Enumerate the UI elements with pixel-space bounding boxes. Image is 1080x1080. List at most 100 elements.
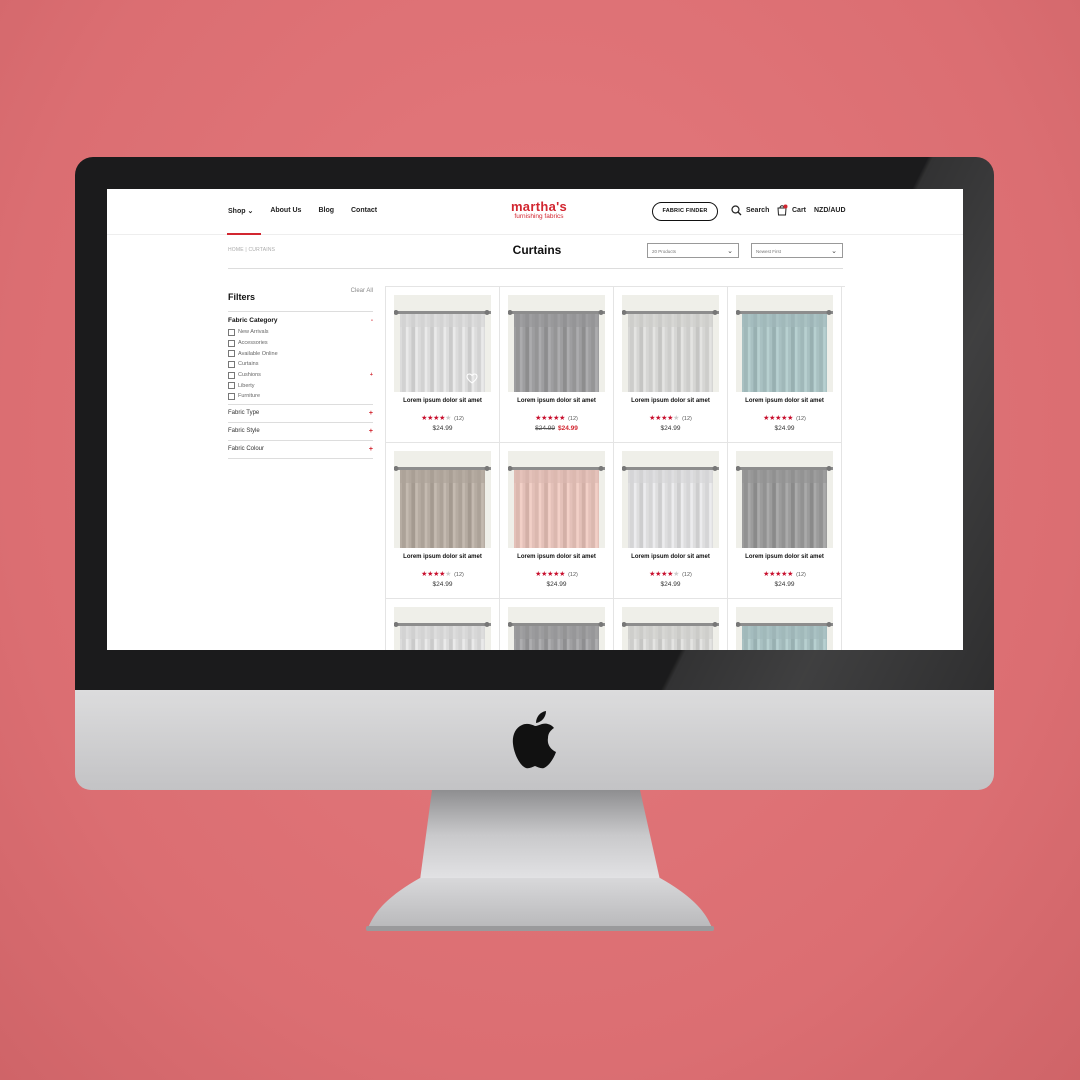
product-rating: ★★★★★ (12) xyxy=(386,570,499,578)
product-name[interactable]: Lorem ipsum dolor sit amet xyxy=(614,398,727,404)
product-card[interactable] xyxy=(500,599,614,650)
product-card[interactable] xyxy=(386,599,500,650)
checkbox[interactable] xyxy=(228,328,235,336)
filter-section-fabric-type[interactable]: Fabric Type + xyxy=(228,405,373,423)
filter-section-fabric-colour[interactable]: Fabric Colour + xyxy=(228,441,373,459)
filter-option[interactable]: Curtains xyxy=(228,359,373,370)
filter-option[interactable]: Cushions + xyxy=(228,370,373,381)
fabric-category-header[interactable]: Fabric Category - xyxy=(228,317,373,324)
filter-option[interactable]: Accessories xyxy=(228,338,373,349)
product-image[interactable] xyxy=(394,451,491,548)
product-card[interactable]: Lorem ipsum dolor sit amet ★★★★★ (12) $24.9… xyxy=(386,443,500,599)
product-card[interactable]: Lorem ipsum dolor sit amet ★★★★★ (12) $24.9… xyxy=(614,287,728,443)
product-name[interactable]: Lorem ipsum dolor sit amet xyxy=(386,554,499,560)
product-name[interactable]: Lorem ipsum dolor sit amet xyxy=(728,398,841,404)
product-rating: ★★★★★ (12) xyxy=(386,414,499,422)
product-name[interactable]: Lorem ipsum dolor sit amet xyxy=(614,554,727,560)
checkbox[interactable] xyxy=(228,350,235,358)
screen: Shop ⌄ About Us Blog Contact martha's fu… xyxy=(107,189,963,650)
product-image[interactable] xyxy=(394,607,491,650)
product-card[interactable]: Lorem ipsum dolor sit amet ★★★★★ (12) $24.9… xyxy=(728,443,842,599)
nav-about-us[interactable]: About Us xyxy=(270,207,301,215)
product-card[interactable]: Lorem ipsum dolor sit amet ★★★★★ (12) $24.9… xyxy=(386,287,500,443)
review-count: (12) xyxy=(682,416,692,422)
product-name[interactable]: Lorem ipsum dolor sit amet xyxy=(500,554,613,560)
expand-icon: + xyxy=(368,409,373,417)
chevron-down-icon: ⌄ xyxy=(247,208,254,215)
product-name[interactable]: Lorem ipsum dolor sit amet xyxy=(728,554,841,560)
product-name[interactable]: Lorem ipsum dolor sit amet xyxy=(386,398,499,404)
expand-icon[interactable]: + xyxy=(370,372,373,378)
star-icon: ★ xyxy=(445,571,452,578)
review-count: (12) xyxy=(568,572,578,578)
filter-section-fabric-style[interactable]: Fabric Style + xyxy=(228,423,373,441)
curtain-image xyxy=(508,295,605,392)
star-icon: ★ xyxy=(787,415,794,422)
checkbox[interactable] xyxy=(228,360,235,368)
sale-price: $24.99 xyxy=(558,425,578,432)
imac-stand xyxy=(366,790,714,931)
product-card[interactable] xyxy=(614,599,728,650)
star-icon: ★ xyxy=(787,571,794,578)
divider xyxy=(228,311,373,312)
heart-icon[interactable] xyxy=(466,373,478,384)
cart-button[interactable]: Cart xyxy=(776,204,806,216)
review-count: (12) xyxy=(454,572,464,578)
currency-selector[interactable]: NZD/AUD xyxy=(814,207,846,214)
product-image[interactable] xyxy=(508,451,605,548)
product-image[interactable] xyxy=(622,451,719,548)
original-price: $24.99 xyxy=(535,425,555,432)
product-price: $24.99 xyxy=(660,581,681,588)
nav-contact[interactable]: Contact xyxy=(351,207,377,215)
expand-icon: + xyxy=(368,427,373,435)
product-card[interactable]: Lorem ipsum dolor sit amet ★★★★★ (12) $24.9… xyxy=(728,287,842,443)
collapse-icon: - xyxy=(370,317,373,324)
product-image[interactable] xyxy=(622,607,719,650)
filters-title: Filters xyxy=(228,292,256,302)
product-name[interactable]: Lorem ipsum dolor sit amet xyxy=(500,398,613,404)
checkbox[interactable] xyxy=(228,382,235,390)
product-image[interactable] xyxy=(508,607,605,650)
filter-option[interactable]: Liberty xyxy=(228,380,373,391)
product-row xyxy=(386,599,845,650)
filter-option[interactable]: Available Online xyxy=(228,348,373,359)
nav-shop[interactable]: Shop ⌄ xyxy=(226,207,262,235)
product-image[interactable] xyxy=(736,295,833,392)
curtain-image xyxy=(736,607,833,650)
filter-option[interactable]: New Arrivals xyxy=(228,327,373,338)
product-image[interactable] xyxy=(736,607,833,650)
review-count: (12) xyxy=(454,416,464,422)
star-icon: ★ xyxy=(445,415,452,422)
products-per-page-select[interactable]: 20 Products ⌄ xyxy=(647,243,739,258)
product-image[interactable] xyxy=(508,295,605,392)
breadcrumb[interactable]: HOME | CURTAINS xyxy=(228,247,275,253)
curtain-image xyxy=(508,607,605,650)
product-image[interactable] xyxy=(736,451,833,548)
filter-option[interactable]: Furniture xyxy=(228,391,373,402)
fabric-finder-button[interactable]: FABRIC FINDER xyxy=(652,202,718,221)
review-count: (12) xyxy=(796,572,806,578)
checkbox[interactable] xyxy=(228,339,235,347)
curtain-image xyxy=(736,295,833,392)
curtain-image xyxy=(622,295,719,392)
product-price: $24.99 xyxy=(432,425,453,432)
review-count: (12) xyxy=(796,416,806,422)
product-price: $24.99 xyxy=(774,425,795,432)
checkbox[interactable] xyxy=(228,371,235,379)
product-card[interactable] xyxy=(728,599,842,650)
checkbox[interactable] xyxy=(228,392,235,400)
product-rating: ★★★★★ (12) xyxy=(500,570,613,578)
product-image[interactable] xyxy=(622,295,719,392)
clear-all-link[interactable]: Clear All xyxy=(351,288,373,294)
sort-select[interactable]: Newest First ⌄ xyxy=(751,243,843,258)
product-card[interactable]: Lorem ipsum dolor sit amet ★★★★★ (12) $24.9… xyxy=(500,287,614,443)
product-price: $24.99 $24.99 xyxy=(500,425,613,432)
nav-blog[interactable]: Blog xyxy=(318,207,334,215)
search-button[interactable]: Search xyxy=(731,205,769,216)
site-logo[interactable]: martha's furnishing fabrics xyxy=(504,200,574,221)
chevron-down-icon: ⌄ xyxy=(831,248,837,255)
product-card[interactable]: Lorem ipsum dolor sit amet ★★★★★ (12) $24.9… xyxy=(614,443,728,599)
star-icon: ★ xyxy=(559,415,566,422)
product-row: Lorem ipsum dolor sit amet ★★★★★ (12) $24.9… xyxy=(386,287,845,443)
product-card[interactable]: Lorem ipsum dolor sit amet ★★★★★ (12) $24.9… xyxy=(500,443,614,599)
